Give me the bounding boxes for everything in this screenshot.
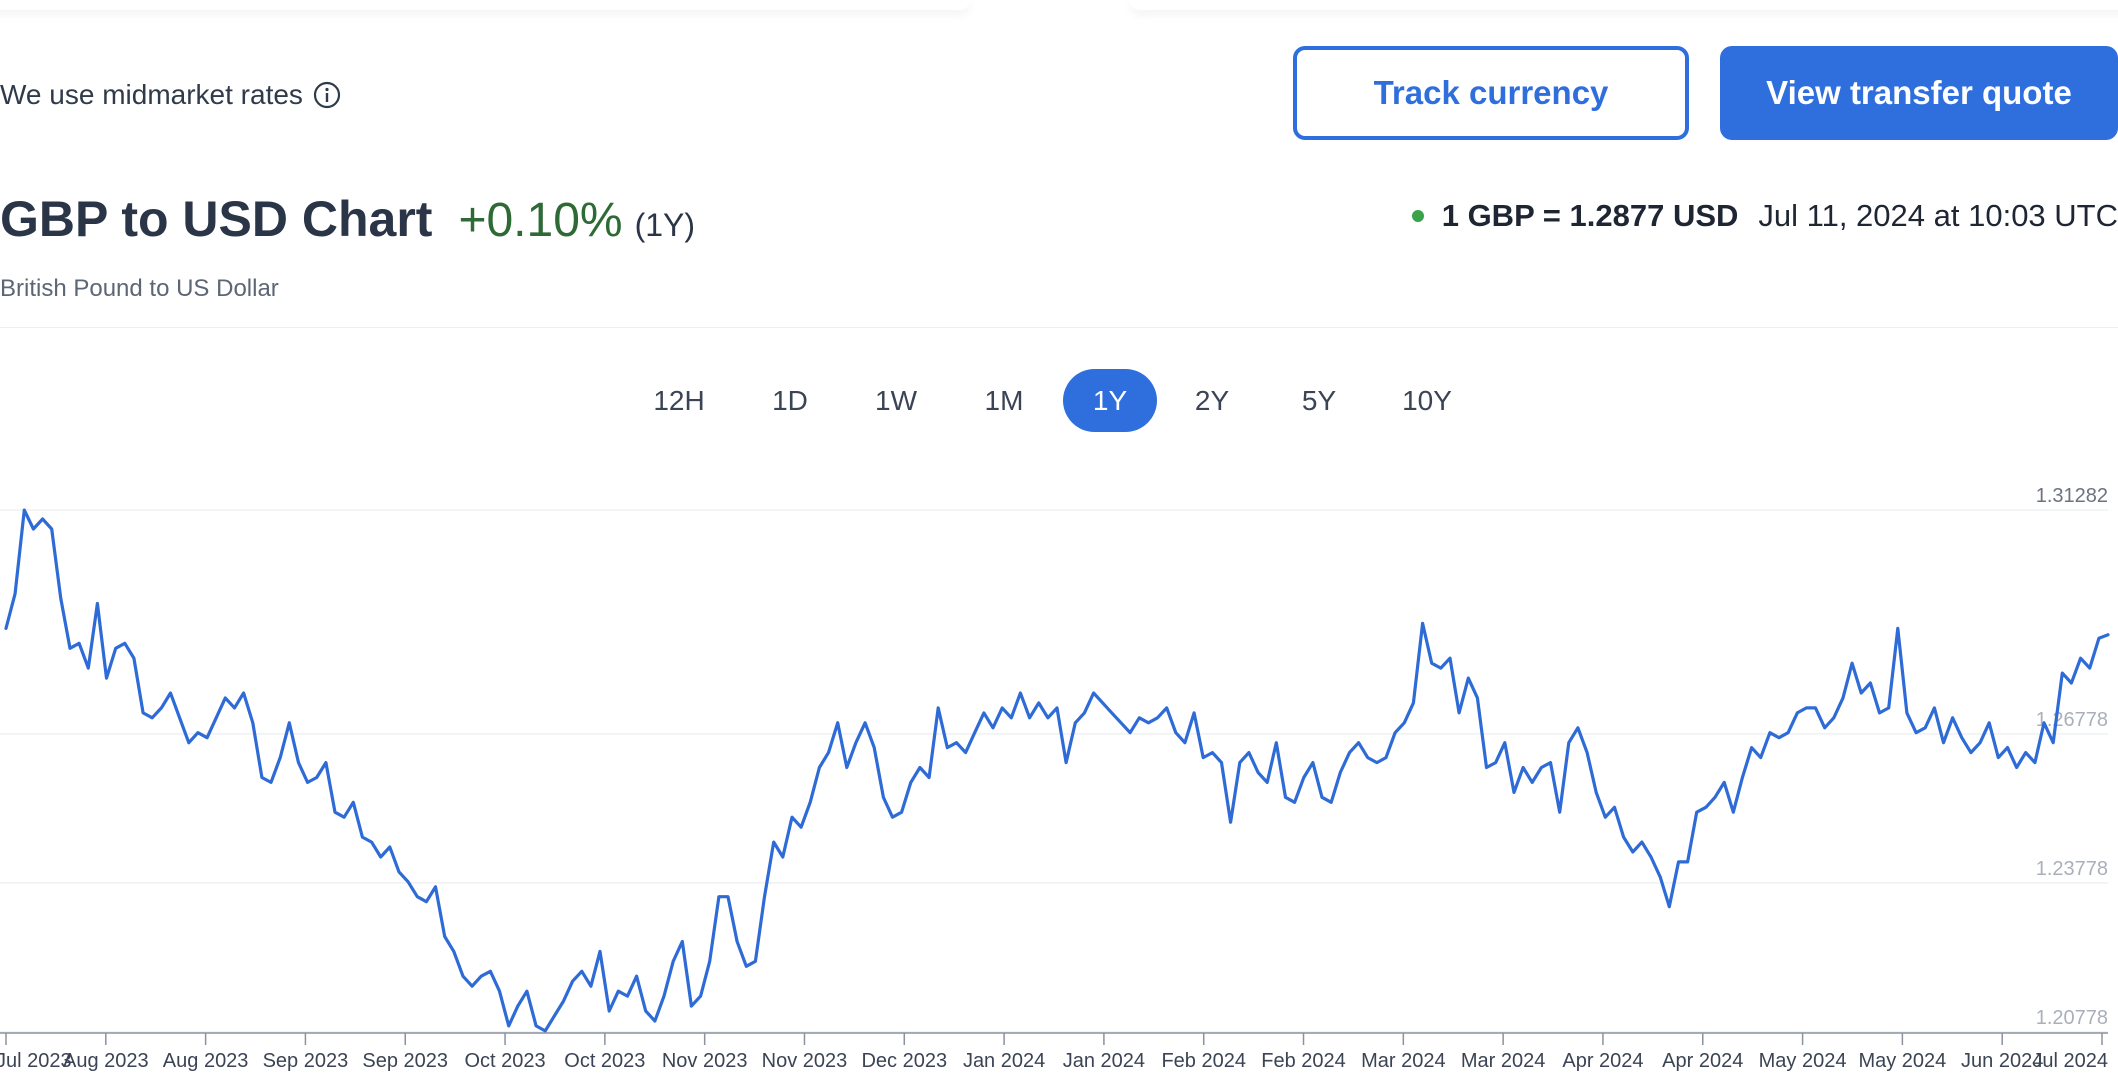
period-tab-5y[interactable]: 5Y — [1272, 369, 1366, 432]
period-tab-1y[interactable]: 1Y — [1063, 369, 1157, 432]
rate-change-period: (1Y) — [634, 207, 696, 243]
rate-chart[interactable]: 1.312821.267781.237781.20778Jul 2023Aug … — [0, 470, 2118, 1084]
x-tick-label: Mar 2024 — [1361, 1050, 1446, 1072]
x-tick-label: Nov 2023 — [662, 1050, 748, 1072]
x-tick-label: Dec 2023 — [861, 1050, 947, 1072]
x-tick-label: Jul 2023 — [0, 1050, 72, 1072]
view-transfer-quote-button[interactable]: View transfer quote — [1720, 46, 2118, 140]
period-tab-12h[interactable]: 12H — [632, 369, 726, 432]
rate-timestamp: Jul 11, 2024 at 10:03 UTC — [1758, 198, 2118, 233]
period-tab-1d[interactable]: 1D — [743, 369, 837, 432]
period-tab-1w[interactable]: 1W — [849, 369, 943, 432]
chart-subtitle: British Pound to US Dollar — [0, 275, 279, 302]
x-tick-label: Jan 2024 — [1063, 1050, 1145, 1072]
y-tick-label: 1.31282 — [2036, 485, 2108, 507]
midmarket-info: We use midmarket rates — [0, 78, 341, 112]
x-tick-label: Feb 2024 — [1261, 1050, 1346, 1072]
x-tick-label: Sep 2023 — [362, 1050, 448, 1072]
divider — [0, 327, 2118, 328]
x-tick-label: Feb 2024 — [1161, 1050, 1246, 1072]
page-title: GBP to USD Chart — [0, 191, 433, 247]
midmarket-info-text: We use midmarket rates — [0, 79, 303, 110]
x-tick-label: Jul 2024 — [2032, 1050, 2108, 1072]
x-tick-label: Aug 2023 — [163, 1050, 249, 1072]
chart-title: GBP to USD Chart +0.10% (1Y) — [0, 190, 695, 248]
y-tick-label: 1.20778 — [2036, 1007, 2108, 1029]
x-tick-label: Oct 2023 — [564, 1050, 645, 1072]
card-edge-right — [1130, 0, 2118, 10]
x-tick-label: Jun 2024 — [1961, 1050, 2043, 1072]
period-tab-2y[interactable]: 2Y — [1165, 369, 1259, 432]
info-icon[interactable] — [313, 81, 341, 109]
period-tab-10y[interactable]: 10Y — [1380, 369, 1474, 432]
x-tick-label: Sep 2023 — [263, 1050, 349, 1072]
x-tick-label: Aug 2023 — [63, 1050, 149, 1072]
live-dot-icon — [1411, 210, 1424, 222]
x-tick-label: Apr 2024 — [1662, 1050, 1743, 1072]
track-currency-button[interactable]: Track currency — [1293, 46, 1689, 140]
x-tick-label: May 2024 — [1759, 1050, 1847, 1072]
x-tick-label: Mar 2024 — [1461, 1050, 1546, 1072]
x-tick-label: Jan 2024 — [963, 1050, 1045, 1072]
y-tick-label: 1.23778 — [2036, 858, 2108, 880]
x-tick-label: Apr 2024 — [1562, 1050, 1643, 1072]
rate-value: 1 GBP = 1.2877 USD — [1441, 198, 1739, 233]
series-line — [4, 508, 2110, 1033]
x-tick-label: Nov 2023 — [762, 1050, 848, 1072]
x-tick-label: May 2024 — [1858, 1050, 1946, 1072]
current-rate: 1 GBP = 1.2877 USD Jul 11, 2024 at 10:03… — [1411, 198, 2118, 234]
card-edge-left — [0, 0, 970, 10]
period-tab-1m[interactable]: 1M — [957, 369, 1051, 432]
rate-change: +0.10% — [458, 194, 623, 247]
x-tick-label: Oct 2023 — [464, 1050, 545, 1072]
